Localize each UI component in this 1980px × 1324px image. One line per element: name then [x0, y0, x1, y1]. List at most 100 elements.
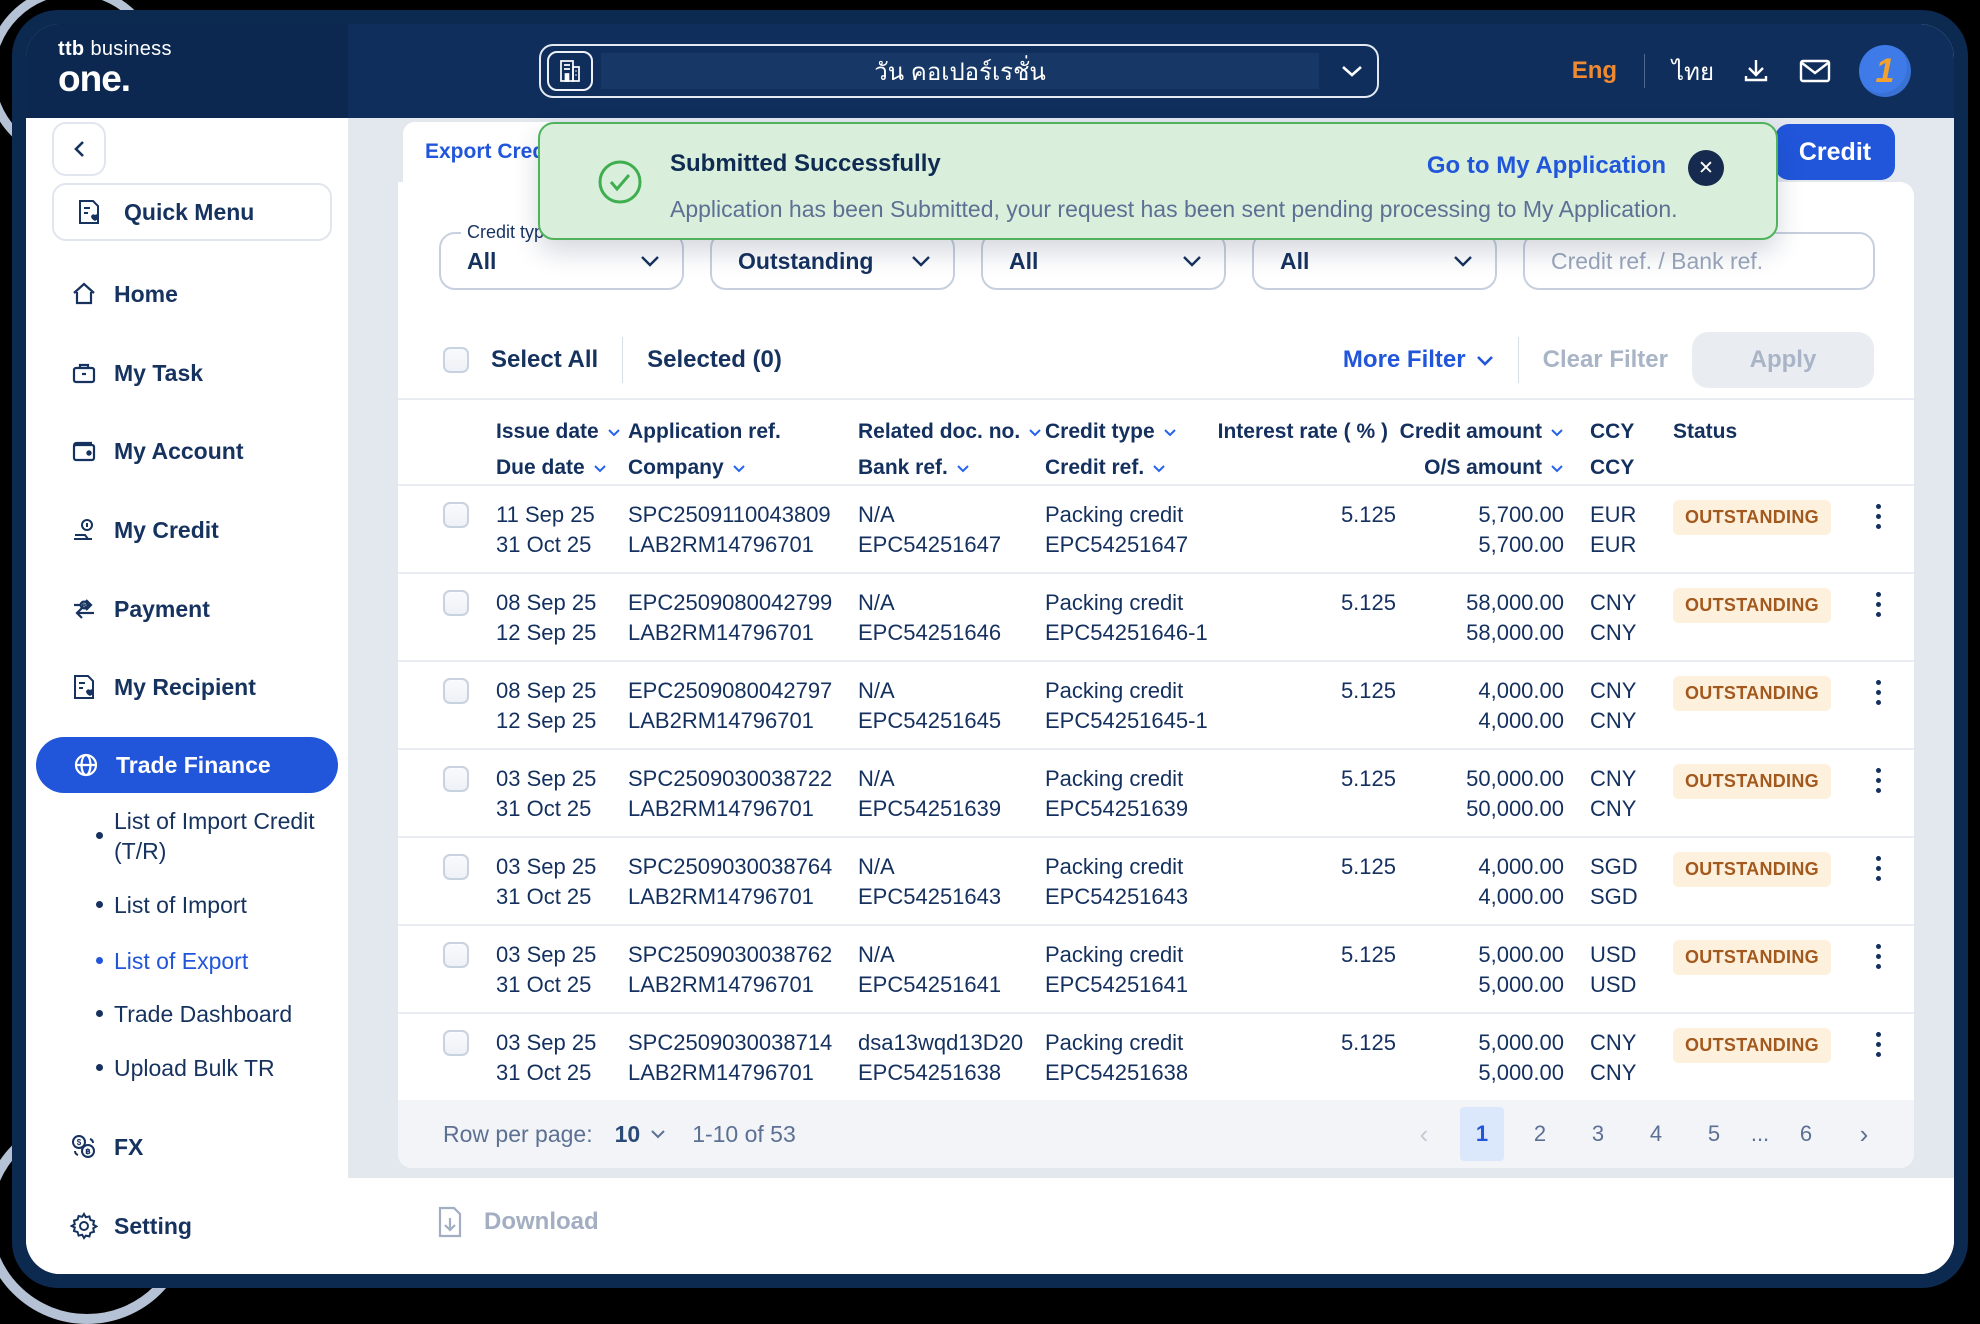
- bullet-icon: [96, 1010, 103, 1017]
- sort-icon[interactable]: [732, 464, 746, 473]
- row-checkbox[interactable]: [443, 1030, 469, 1056]
- row-checkbox[interactable]: [443, 942, 469, 968]
- table-row[interactable]: 03 Sep 2531 Oct 25 SPC2509030038764LAB2R…: [398, 836, 1914, 924]
- chevron-down-icon[interactable]: [650, 1129, 666, 1139]
- table-row[interactable]: 08 Sep 2512 Sep 25 EPC2509080042797LAB2R…: [398, 660, 1914, 748]
- rows-per-page-value[interactable]: 10: [615, 1121, 641, 1148]
- chevron-down-icon: [1453, 255, 1473, 267]
- doc-heart-icon: [76, 198, 102, 226]
- mail-icon[interactable]: [1798, 57, 1832, 85]
- table-row[interactable]: 03 Sep 2531 Oct 25 SPC2509030038722LAB2R…: [398, 748, 1914, 836]
- brand-business: business: [90, 38, 171, 60]
- sidebar-item-my-credit[interactable]: My Credit: [26, 510, 348, 550]
- device-frame: ttbbusiness one. วัน คอเปอร์เรชั่น Eng: [12, 10, 1968, 1288]
- sort-icon[interactable]: [1028, 428, 1042, 437]
- chevron-down-icon: [640, 255, 660, 267]
- row-checkbox[interactable]: [443, 766, 469, 792]
- row-menu-kebab-icon[interactable]: [1868, 940, 1888, 1012]
- row-menu-kebab-icon[interactable]: [1868, 676, 1888, 748]
- filter-credit-type-dropdown[interactable]: Credit type All: [439, 232, 684, 290]
- sidebar-item-my-task[interactable]: My Task: [26, 353, 348, 393]
- sidebar-collapse-button[interactable]: [52, 122, 106, 176]
- table-row[interactable]: 03 Sep 2531 Oct 25 SPC2509030038714LAB2R…: [398, 1012, 1914, 1100]
- page-button-5[interactable]: 5: [1692, 1107, 1736, 1161]
- sidebar-item-fx[interactable]: $฿ FX: [26, 1127, 348, 1167]
- prev-page-button[interactable]: ‹: [1402, 1107, 1446, 1161]
- sort-icon[interactable]: [956, 464, 970, 473]
- table-row[interactable]: 08 Sep 2512 Sep 25 EPC2509080042799LAB2R…: [398, 572, 1914, 660]
- row-checkbox[interactable]: [443, 590, 469, 616]
- sort-icon[interactable]: [1550, 428, 1564, 437]
- sidebar-item-payment[interactable]: ฿ Payment: [26, 589, 348, 629]
- language-toggle-thai[interactable]: ไทย: [1672, 52, 1714, 91]
- filter-dropdown-4[interactable]: All: [1252, 232, 1497, 290]
- table-row[interactable]: 11 Sep 2531 Oct 25 SPC2509110043809LAB2R…: [398, 484, 1914, 572]
- filter-status-dropdown[interactable]: Outstanding: [710, 232, 955, 290]
- sidebar-subitem-trade-dashboard[interactable]: Trade Dashboard: [114, 999, 336, 1029]
- page-button-2[interactable]: 2: [1518, 1107, 1562, 1161]
- avatar[interactable]: 1: [1859, 45, 1911, 97]
- page-button-6[interactable]: 6: [1784, 1107, 1828, 1161]
- toast-close-icon[interactable]: ✕: [1688, 150, 1724, 186]
- sidebar-item-trade-finance[interactable]: Trade Finance: [36, 737, 338, 793]
- next-page-button[interactable]: ›: [1842, 1107, 1886, 1161]
- file-download-icon: [436, 1206, 464, 1238]
- credit-button[interactable]: Credit: [1775, 124, 1895, 180]
- rows-per-page-label: Row per page:: [443, 1121, 593, 1148]
- sort-icon[interactable]: [1152, 464, 1166, 473]
- row-checkbox[interactable]: [443, 502, 469, 528]
- col-reldoc-bankref: Related doc. no. Bank ref.: [858, 414, 1045, 486]
- sidebar-quick-menu[interactable]: Quick Menu: [52, 183, 332, 241]
- sort-icon[interactable]: [1550, 464, 1564, 473]
- page-button-3[interactable]: 3: [1576, 1107, 1620, 1161]
- table-body: 11 Sep 2531 Oct 25 SPC2509110043809LAB2R…: [398, 484, 1914, 1100]
- toast-title: Submitted Successfully: [670, 150, 941, 178]
- sidebar-subitem-list-of-import[interactable]: List of Import: [114, 890, 336, 920]
- credit-ref-search-input[interactable]: [1523, 232, 1875, 290]
- download-button[interactable]: Download: [436, 1206, 599, 1238]
- logo-zone: ttbbusiness one.: [26, 24, 348, 118]
- company-selector-dropdown[interactable]: วัน คอเปอร์เรชั่น: [539, 44, 1379, 98]
- row-menu-kebab-icon[interactable]: [1868, 500, 1888, 572]
- filter-dropdown-3[interactable]: All: [981, 232, 1226, 290]
- sidebar-item-home[interactable]: Home: [26, 274, 348, 314]
- sort-icon[interactable]: [1163, 428, 1177, 437]
- sidebar-subitem-list-of-import-credit[interactable]: List of Import Credit (T/R): [114, 806, 336, 866]
- brand-logo: ttbbusiness one.: [58, 38, 172, 97]
- sidebar-item-setting[interactable]: Setting: [26, 1206, 348, 1246]
- sidebar-item-my-recipient[interactable]: My Recipient: [26, 667, 348, 707]
- row-checkbox[interactable]: [443, 678, 469, 704]
- row-menu-kebab-icon[interactable]: [1868, 1028, 1888, 1100]
- wallet-icon: [70, 439, 98, 463]
- sidebar-subitem-upload-bulk-tr[interactable]: Upload Bulk TR: [114, 1053, 336, 1083]
- row-menu-kebab-icon[interactable]: [1868, 588, 1888, 660]
- list-card: Credit type All Outstanding All All: [398, 182, 1914, 1168]
- sort-icon[interactable]: [607, 428, 621, 437]
- sort-icon[interactable]: [593, 464, 607, 473]
- sidebar: Quick Menu Home My Task My Account My Cr…: [26, 118, 348, 1274]
- language-toggle-eng[interactable]: Eng: [1572, 57, 1617, 85]
- brand-ttb: ttb: [58, 38, 84, 60]
- status-badge: OUTSTANDING: [1673, 940, 1831, 975]
- row-menu-kebab-icon[interactable]: [1868, 764, 1888, 836]
- divider: [622, 337, 623, 383]
- table-row[interactable]: 03 Sep 2531 Oct 25 SPC2509030038762LAB2R…: [398, 924, 1914, 1012]
- apply-button[interactable]: Apply: [1692, 332, 1874, 388]
- row-checkbox[interactable]: [443, 854, 469, 880]
- download-icon[interactable]: [1741, 56, 1771, 86]
- clear-filter-button[interactable]: Clear Filter: [1543, 346, 1668, 374]
- row-menu-kebab-icon[interactable]: [1868, 852, 1888, 924]
- toast-action-link[interactable]: Go to My Application: [1427, 152, 1666, 180]
- select-all-checkbox[interactable]: [443, 347, 469, 373]
- sidebar-item-my-account[interactable]: My Account: [26, 431, 348, 471]
- col-credittype-creditref: Credit type Credit ref.: [1045, 414, 1245, 486]
- more-filter-button[interactable]: More Filter: [1343, 346, 1494, 374]
- page-button-4[interactable]: 4: [1634, 1107, 1678, 1161]
- page-ellipsis: ...: [1750, 1107, 1770, 1161]
- gear-icon: [70, 1212, 98, 1240]
- divider: [1644, 54, 1645, 88]
- filter-row: Credit type All Outstanding All All: [439, 232, 1875, 290]
- page-button-1[interactable]: 1: [1460, 1107, 1504, 1161]
- svg-text:฿: ฿: [85, 1147, 91, 1156]
- sidebar-subitem-list-of-export[interactable]: List of Export: [114, 946, 336, 976]
